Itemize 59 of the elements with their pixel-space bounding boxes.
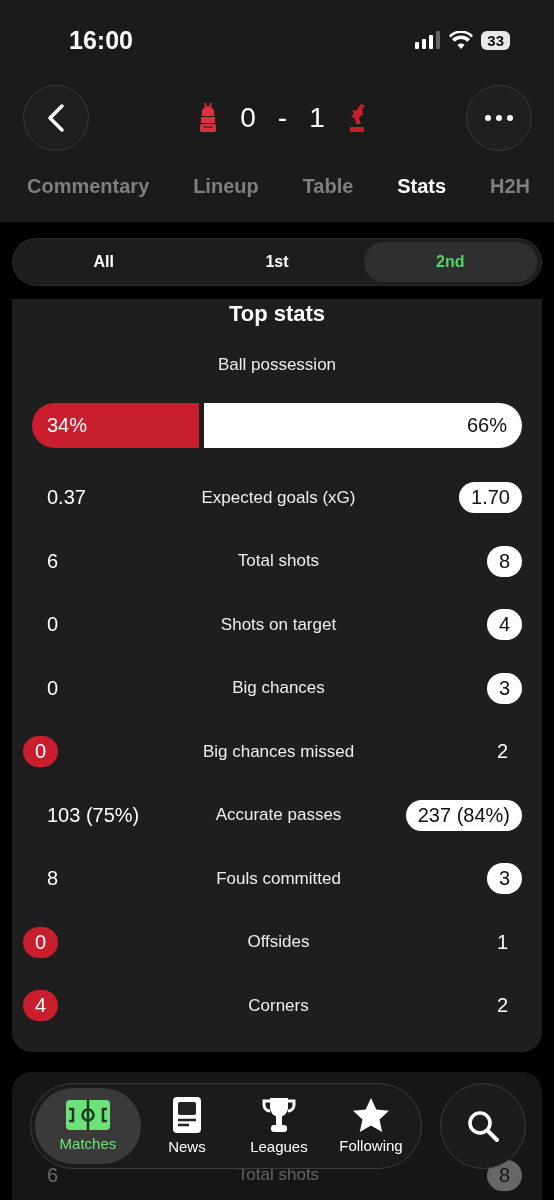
stat-label: Fouls committed	[215, 868, 342, 889]
away-value-pill: 8	[486, 545, 522, 577]
away-value-pill: 1.70	[459, 482, 522, 514]
stat-label: Big chances	[231, 678, 326, 699]
stat-label: Total shots	[236, 551, 321, 572]
away-value: 2	[495, 993, 509, 1019]
home-value: 6	[46, 1162, 60, 1188]
back-icon	[46, 102, 66, 133]
more-icon	[485, 114, 513, 121]
score-separator: -	[277, 101, 288, 134]
tree-crest-icon	[198, 101, 219, 134]
nav-tab[interactable]: Leagues	[232, 1088, 325, 1164]
trophy-icon	[261, 1097, 296, 1133]
tab[interactable]: Commentary	[27, 175, 150, 198]
home-value: 34%	[47, 414, 88, 437]
home-value: 0	[46, 675, 60, 701]
wifi-icon	[449, 31, 474, 49]
stat-label: Shots on target	[219, 614, 338, 635]
away-value-pill: 3	[486, 863, 522, 895]
period-tab[interactable]: 2nd	[363, 242, 537, 282]
away-value-pill: 3	[486, 672, 522, 704]
status-time: 16:00	[69, 25, 133, 55]
home-score: 0	[240, 101, 256, 134]
nav-tab[interactable]: News	[140, 1088, 233, 1164]
tab[interactable]: H2H	[490, 175, 530, 198]
signal-icon	[415, 31, 442, 49]
away-value: 66%	[466, 414, 507, 437]
newspaper-icon	[172, 1097, 201, 1133]
tab[interactable]: Lineup	[193, 175, 259, 198]
tab[interactable]: Stats	[397, 175, 447, 198]
stat-label: Ball possession	[216, 355, 338, 375]
stat-label: Accurate passes	[214, 805, 343, 826]
away-value: 1	[495, 929, 509, 955]
nav-tab[interactable]: Following	[324, 1088, 417, 1164]
home-value-pill: 4	[23, 990, 59, 1022]
away-score: 1	[309, 101, 325, 134]
away-value-pill: 237 (84%)	[405, 799, 522, 831]
home-value: 0.37	[46, 485, 87, 511]
stat-label: Big chances missed	[201, 741, 356, 762]
away-value: 2	[495, 739, 509, 765]
pitch-icon	[65, 1100, 110, 1130]
star-icon	[352, 1098, 389, 1132]
search-icon	[466, 1109, 500, 1143]
home-value: 6	[46, 548, 60, 574]
home-value-pill: 0	[23, 926, 59, 958]
home-value-pill: 0	[23, 736, 59, 768]
home-value: 0	[46, 612, 60, 638]
away-value-pill: 4	[486, 609, 522, 641]
card-title: Top stats	[227, 301, 327, 327]
battery-icon: 33	[481, 30, 510, 50]
stat-label: Corners	[247, 995, 310, 1016]
period-tab[interactable]: All	[17, 242, 191, 282]
home-value: 103 (75%)	[46, 802, 141, 828]
tab[interactable]: Table	[302, 175, 354, 198]
stat-label: Offsides	[246, 932, 311, 953]
period-tab[interactable]: 1st	[190, 242, 364, 282]
home-value: 8	[46, 866, 60, 892]
nav-tab[interactable]: Matches	[35, 1088, 141, 1164]
stat-label: Expected goals (xG)	[200, 487, 357, 508]
